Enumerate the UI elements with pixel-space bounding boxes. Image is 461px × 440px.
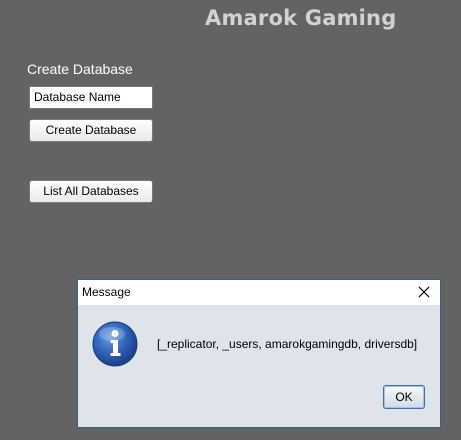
info-icon bbox=[92, 321, 138, 367]
create-database-button[interactable]: Create Database bbox=[29, 119, 153, 142]
dialog-titlebar[interactable]: Message bbox=[78, 280, 440, 305]
message-dialog: Message [_replicator, _users, amarokgami… bbox=[77, 279, 441, 428]
ok-button[interactable]: OK bbox=[383, 385, 425, 409]
dialog-message: [_replicator, _users, amarokgamingdb, dr… bbox=[157, 337, 418, 351]
create-database-label: Create Database bbox=[27, 61, 133, 77]
dialog-title: Message bbox=[82, 285, 131, 299]
database-name-input[interactable]: Database Name bbox=[29, 86, 153, 109]
list-all-databases-button[interactable]: List All Databases bbox=[29, 180, 153, 203]
dialog-body: [_replicator, _users, amarokgamingdb, dr… bbox=[78, 305, 440, 427]
close-icon[interactable] bbox=[417, 285, 431, 299]
app-title: Amarok Gaming bbox=[205, 6, 397, 30]
